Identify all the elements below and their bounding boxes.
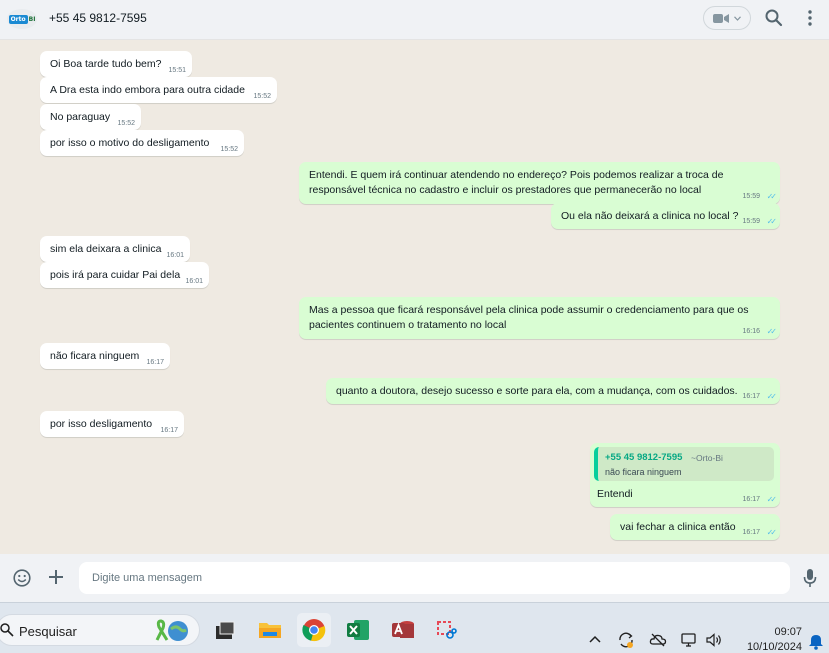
message-time: 16:17 <box>742 393 760 400</box>
search-icon <box>0 623 14 637</box>
quoted-sender-tag: ~Orto-Bi <box>691 453 723 463</box>
video-call-button[interactable] <box>703 6 751 30</box>
clock-date: 10/10/2024 <box>746 641 802 653</box>
message-outgoing[interactable]: Ou ela não deixará a clinica no local ? … <box>551 203 780 229</box>
avatar[interactable]: Orto BI <box>7 9 37 29</box>
plus-icon[interactable] <box>48 569 64 585</box>
taskbar-search[interactable]: Pesquisar <box>0 614 200 646</box>
read-receipt-icon: ✓✓ <box>766 192 778 201</box>
read-receipt-icon: ✓✓ <box>766 495 778 504</box>
message-incoming[interactable]: Oi Boa tarde tudo bem? 15:51 <box>40 51 192 77</box>
message-text: vai fechar a clinica então <box>620 521 736 533</box>
message-time: 16:01 <box>185 278 203 285</box>
microphone-icon[interactable] <box>803 568 817 588</box>
message-time: 15:51 <box>168 67 186 74</box>
message-time: 16:17 <box>742 529 760 536</box>
taskbar-clock[interactable]: 09:07 10/10/2024 <box>736 625 802 653</box>
volume-icon[interactable] <box>705 631 723 649</box>
message-line: Entendi. E quem irá continuar atendendo … <box>309 169 724 181</box>
read-receipt-icon: ✓✓ <box>766 392 778 401</box>
read-receipt-icon: ✓✓ <box>766 327 778 336</box>
chrome-icon <box>302 619 326 642</box>
taskbar-app-excel[interactable] <box>341 613 375 647</box>
read-receipt-icon: ✓✓ <box>766 217 778 226</box>
message-text: Entendi <box>597 488 633 500</box>
search-icon[interactable] <box>764 8 784 28</box>
video-camera-icon <box>713 13 729 23</box>
taskbar-app-file-explorer[interactable] <box>253 613 287 647</box>
message-text: sim ela deixara a clinica <box>50 243 162 255</box>
chat-header: Orto BI +55 45 9812-7595 <box>0 0 829 40</box>
display-icon[interactable] <box>680 631 698 649</box>
chevron-down-icon <box>734 15 741 21</box>
message-text: Mas a pessoa que ficará responsável pela… <box>309 303 770 333</box>
message-composer <box>0 554 829 602</box>
message-time: 16:17 <box>742 496 760 503</box>
cloud-off-icon[interactable] <box>649 631 667 649</box>
windows-taskbar: Pesquisar 09:07 10/10/2024 <box>0 602 829 653</box>
message-input[interactable] <box>79 562 790 594</box>
taskbar-search-label: Pesquisar <box>19 624 77 639</box>
message-outgoing[interactable]: Mas a pessoa que ficará responsável pela… <box>299 297 780 339</box>
taskbar-app-access[interactable] <box>386 613 420 647</box>
message-time: 16:01 <box>166 252 184 259</box>
message-text: Ou ela não deixará a clinica no local ? <box>561 210 739 222</box>
emoji-icon[interactable] <box>13 569 31 587</box>
taskbar-app-explorer-dark[interactable] <box>208 613 242 647</box>
message-line: responsável técnica no cadastro e inclui… <box>309 184 702 196</box>
message-outgoing[interactable]: quanto a doutora, desejo sucesso e sorte… <box>326 378 780 404</box>
quoted-message[interactable]: +55 45 9812-7595 ~Orto-Bi não ficara nin… <box>594 447 774 481</box>
contact-name[interactable]: +55 45 9812-7595 <box>49 11 147 25</box>
message-text: pois irá para cuidar Pai dela <box>50 269 181 281</box>
quoted-sender: +55 45 9812-7595 <box>605 452 683 463</box>
message-line: pacientes continuem o tratamento no loca… <box>309 319 507 331</box>
message-time: 15:59 <box>742 193 760 200</box>
message-incoming[interactable]: A Dra esta indo embora para outra cidade… <box>40 77 277 103</box>
taskbar-app-snipping[interactable] <box>429 613 463 647</box>
snipping-tool-icon <box>437 621 457 639</box>
chevron-up-icon[interactable] <box>586 631 604 649</box>
message-text: não ficara ninguem <box>50 350 140 362</box>
excel-icon <box>347 620 369 640</box>
notification-bell-icon[interactable] <box>808 632 824 650</box>
message-time: 15:52 <box>220 146 238 153</box>
message-incoming[interactable]: por isso desligamento 16:17 <box>40 411 184 437</box>
taskbar-app-chrome[interactable] <box>297 613 331 647</box>
awareness-ribbon-icon <box>155 619 188 641</box>
message-text: Oi Boa tarde tudo bem? <box>50 58 162 70</box>
message-text: Entendi. E quem irá continuar atendendo … <box>309 168 770 198</box>
read-receipt-icon: ✓✓ <box>766 528 778 537</box>
message-time: 16:17 <box>146 359 164 366</box>
message-text: por isso desligamento <box>50 418 153 430</box>
message-time: 15:52 <box>253 93 271 100</box>
message-incoming[interactable]: pois irá para cuidar Pai dela 16:01 <box>40 262 209 288</box>
message-time: 16:17 <box>160 427 178 434</box>
message-time: 15:52 <box>117 120 135 127</box>
message-text: por isso o motivo do desligamento <box>50 137 210 149</box>
message-outgoing-reply[interactable]: +55 45 9812-7595 ~Orto-Bi não ficara nin… <box>590 443 780 507</box>
message-list[interactable]: Oi Boa tarde tudo bem? 15:51 A Dra esta … <box>0 40 829 554</box>
file-explorer-dark-icon <box>216 621 235 639</box>
message-incoming[interactable]: No paraguay 15:52 <box>40 104 141 130</box>
message-text: No paraguay <box>50 111 111 123</box>
clock-time: 09:07 <box>774 626 802 638</box>
message-text: A Dra esta indo embora para outra cidade <box>50 84 245 96</box>
message-text: quanto a doutora, desejo sucesso e sorte… <box>336 385 738 397</box>
message-incoming[interactable]: sim ela deixara a clinica 16:01 <box>40 236 190 262</box>
message-incoming[interactable]: não ficara ninguem 16:17 <box>40 343 170 369</box>
message-time: 15:59 <box>742 218 760 225</box>
orto-bi-logo: Orto BI <box>8 14 36 24</box>
message-incoming[interactable]: por isso o motivo do desligamento 15:52 <box>40 130 244 156</box>
message-line: Mas a pessoa que ficará responsável pela… <box>309 304 749 316</box>
message-time: 16:16 <box>742 328 760 335</box>
message-outgoing[interactable]: Entendi. E quem irá continuar atendendo … <box>299 162 780 204</box>
quoted-text: não ficara ninguem <box>605 467 682 477</box>
folder-icon <box>259 623 281 638</box>
kebab-menu-icon[interactable] <box>803 8 817 28</box>
logo-text-left: Orto <box>8 14 28 24</box>
message-outgoing[interactable]: vai fechar a clinica então 16:17 ✓✓ <box>610 514 780 540</box>
logo-text-right: BI <box>28 15 36 23</box>
sync-icon[interactable] <box>617 631 635 649</box>
access-icon <box>392 621 414 638</box>
